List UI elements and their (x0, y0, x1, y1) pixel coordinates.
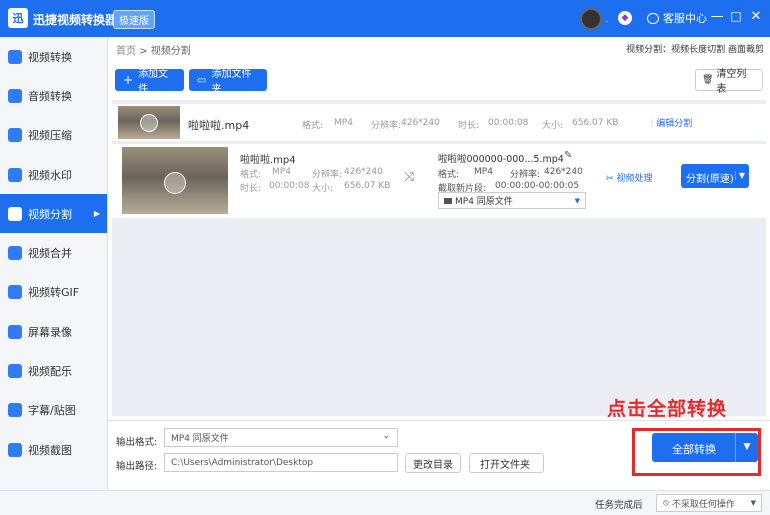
screen-record-icon (8, 324, 22, 339)
edit-split-link[interactable]: ⫶ 编辑分割 (651, 116, 692, 129)
sidebar-item-video-watermark[interactable]: 视频水印 (0, 155, 107, 194)
file-row[interactable]: 啦啦啦.mp4 格式: MP4 分辨率: 426*240 时长: 00:00:0… (112, 104, 766, 141)
edit-name-icon[interactable]: ✎ (564, 150, 572, 161)
video-convert-icon (8, 49, 22, 64)
shuffle-icon: ⤨ (404, 170, 415, 185)
vip-icon[interactable]: ◆ (618, 11, 632, 25)
clip-range: 00:00:00-00:00:05 (495, 181, 580, 191)
video-compress-icon (8, 128, 22, 143)
video-merge-icon (8, 246, 22, 261)
output-format-dropdown[interactable]: MP4 同原文件 ⌄ (164, 428, 398, 447)
sidebar-item-video-split[interactable]: 视频分割 ▶ (0, 194, 107, 234)
annotation-callout: 点击全部转换 (607, 398, 728, 420)
video-thumbnail (118, 106, 180, 139)
sidebar-item-video-compress[interactable]: 视频压缩 (0, 116, 107, 155)
open-folder-button[interactable]: 打开文件夹 (469, 453, 544, 473)
minimize-button[interactable]: — (709, 9, 725, 24)
video-camera-icon (444, 197, 452, 204)
play-icon[interactable] (164, 172, 186, 194)
user-avatar[interactable] (580, 8, 602, 30)
no-action-icon: ⦸ (663, 498, 669, 508)
change-directory-button[interactable]: 更改目录 (405, 453, 461, 473)
sidebar: 视频转换 音频转换 视频压缩 视频水印 视频分割 ▶ 视频合并 视频转GIF 屏幕… (0, 37, 108, 490)
sidebar-item-subtitle-sticker[interactable]: 字幕/贴图 (0, 391, 107, 430)
output-file-name: 啦啦啦000000-000...5.mp4 (438, 154, 564, 165)
segment-thumbnail (122, 147, 228, 214)
sidebar-item-video-music[interactable]: 视频配乐 (0, 351, 107, 390)
breadcrumb-bar: 首页 > 视频分割 视频分割：视频长度切割 画面裁剪 (108, 37, 770, 59)
plus-icon: + (123, 73, 134, 87)
customer-service-button[interactable]: 客服中心 (647, 10, 707, 26)
sidebar-item-video-convert[interactable]: 视频转换 (0, 37, 107, 76)
output-path-field[interactable]: C:\Users\Administrator\Desktop (164, 453, 398, 472)
title-bar: 迅 迅捷视频转换器 极速版 . ◆ 客服中心 — □ ✕ (0, 0, 770, 37)
sidebar-item-video-to-gif[interactable]: 视频转GIF (0, 273, 107, 312)
convert-all-button[interactable]: 全部转换 ▼ (652, 433, 758, 462)
scissors-icon: ✂ (606, 174, 614, 184)
star-icon (8, 403, 22, 418)
maximize-button[interactable]: □ (728, 9, 744, 23)
sidebar-item-video-screenshot[interactable]: 视频截图 (0, 430, 107, 469)
breadcrumb-current: 视频分割 (150, 46, 191, 57)
gif-icon (8, 285, 22, 300)
play-icon[interactable] (140, 114, 158, 132)
after-task-select[interactable]: ⦸ 不采取任何操作 ▼ (656, 494, 762, 512)
folder-icon: ▭ (197, 74, 207, 86)
music-icon (8, 364, 22, 379)
after-task-label: 任务完成后 (595, 500, 643, 511)
convert-dropdown-caret[interactable]: ▼ (735, 433, 758, 462)
chevron-down-icon: ⌄ (382, 431, 390, 441)
chat-icon (647, 13, 659, 24)
watermark-icon (8, 167, 22, 182)
sidebar-item-screen-record[interactable]: 屏幕录像 (0, 312, 107, 351)
output-path-label: 输出路径: (116, 461, 158, 472)
customer-service-label: 客服中心 (663, 12, 707, 25)
edition-badge: 极速版 (113, 10, 155, 29)
feature-hint: 视频分割：视频长度切割 画面裁剪 (626, 45, 764, 55)
breadcrumb-separator: > (139, 46, 148, 57)
video-split-icon (8, 206, 22, 221)
file-name: 啦啦啦.mp4 (188, 119, 250, 132)
split-button[interactable]: 分割(原速) ▼ (681, 164, 749, 188)
output-format-select[interactable]: MP4 同原文件 ▼ (438, 192, 586, 209)
close-button[interactable]: ✕ (748, 9, 764, 24)
segment-source-name: 啦啦啦.mp4 (240, 155, 296, 166)
edit-split-icon: ⫶ (651, 119, 654, 129)
screenshot-icon (8, 442, 22, 457)
sidebar-item-audio-convert[interactable]: 音频转换 (0, 76, 107, 115)
status-bar: 任务完成后 ⦸ 不采取任何操作 ▼ (0, 490, 770, 515)
add-file-button[interactable]: + 添加文件 (115, 69, 184, 95)
audio-convert-icon (8, 88, 22, 103)
chevron-right-icon: ▶ (93, 209, 100, 219)
user-menu-dot[interactable]: . (605, 14, 608, 25)
output-format-label: 输出格式: (116, 437, 158, 448)
split-dropdown-caret[interactable]: ▼ (734, 171, 745, 180)
breadcrumb: 首页 > 视频分割 (116, 42, 191, 57)
app-title: 迅捷视频转换器 (33, 13, 118, 27)
trash-icon: 🗑 (702, 75, 714, 85)
clear-list-button[interactable]: 🗑 清空列表 (695, 69, 763, 95)
sidebar-item-video-merge[interactable]: 视频合并 (0, 233, 107, 272)
add-folder-button[interactable]: ▭ 添加文件夹 (189, 69, 267, 95)
app-logo-icon: 迅 (8, 8, 28, 28)
chevron-down-icon: ▼ (750, 499, 756, 507)
video-process-link[interactable]: ✂ 视频处理 (606, 171, 653, 184)
chevron-down-icon: ▼ (574, 196, 580, 205)
breadcrumb-home[interactable]: 首页 (116, 46, 136, 57)
